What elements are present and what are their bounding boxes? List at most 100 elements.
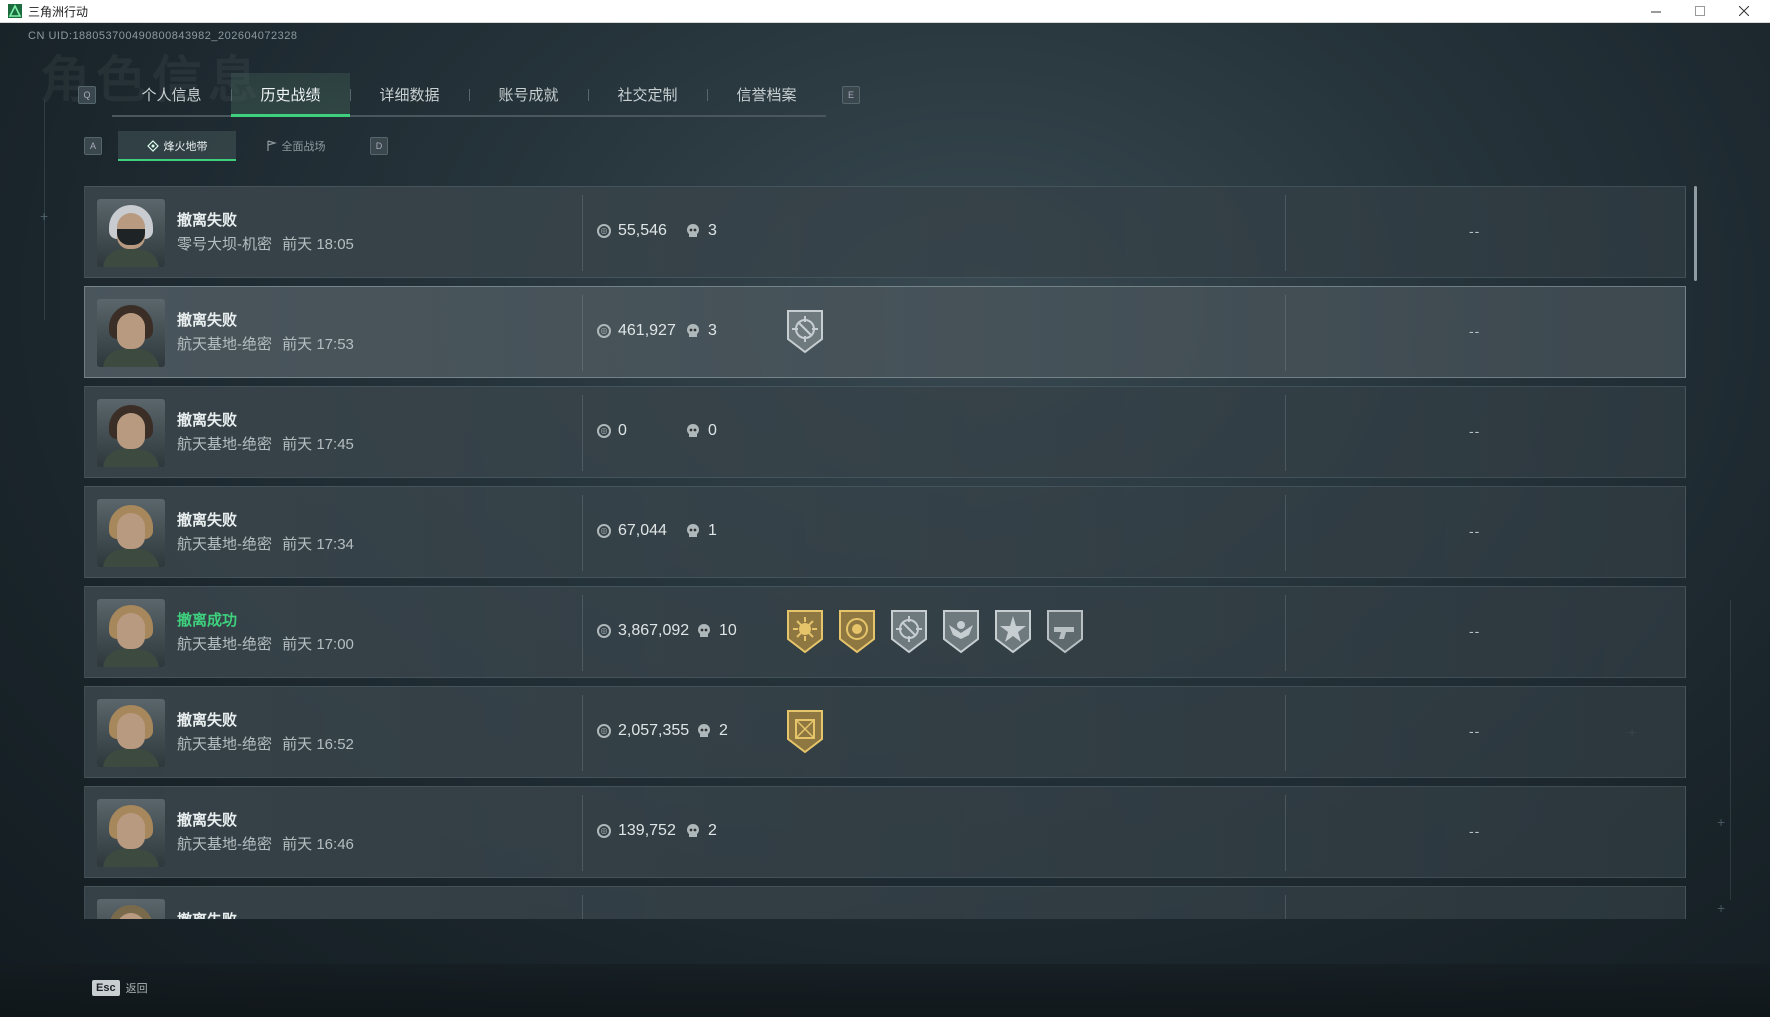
extraction-status: 撤离失败 [177, 512, 238, 529]
back-label: 返回 [125, 983, 148, 995]
loot-value: ◎ 2,057,355 [597, 722, 689, 740]
map-name: 航天基地-绝密 [177, 336, 272, 353]
column-divider [582, 895, 583, 919]
match-record-row[interactable]: 撤离失败 航天基地-绝密 前天 17:53 ◎ 461,927 3 -- [84, 286, 1686, 378]
column-divider [582, 795, 583, 871]
skull-icon [698, 624, 710, 637]
tab-prev-key[interactable]: Q [78, 86, 96, 104]
coin-icon: ◎ [597, 224, 611, 238]
match-record-row[interactable]: 撤离失败 航天基地-绝密 前天 17:34 ◎ 67,044 1 -- [84, 486, 1686, 578]
kill-count-text: 0 [708, 422, 717, 439]
extraction-status: 撤离失败 [177, 412, 238, 429]
column-divider [1285, 395, 1286, 471]
map-and-time: 航天基地-绝密 前天 17:45 [177, 433, 354, 454]
maximize-button[interactable] [1680, 0, 1720, 22]
subtab-warfare[interactable]: 全面战场 [236, 131, 354, 161]
column-divider [1285, 495, 1286, 571]
crosshair-badge-icon[interactable] [785, 307, 825, 355]
loot-value-text: 67,044 [618, 522, 667, 539]
skull-icon [687, 524, 699, 537]
crosshair-badge-icon[interactable] [889, 607, 929, 655]
skull-icon [687, 424, 699, 437]
tab-personal-info[interactable]: 个人信息 [112, 73, 231, 115]
subtab-next-key[interactable]: D [370, 137, 388, 155]
tab-next-key[interactable]: E [842, 86, 860, 104]
map-and-time: 零号大坝-机密 前天 18:05 [177, 233, 354, 254]
map-and-time: 航天基地-绝密 前天 17:53 [177, 333, 354, 354]
coin-icon: ◎ [597, 824, 611, 838]
star-badge-icon[interactable] [993, 607, 1033, 655]
loot-value: ◎ 0 [597, 422, 627, 440]
column-divider [582, 395, 583, 471]
loot-value: ◎ 67,044 [597, 522, 667, 540]
map-and-time: 航天基地-绝密 前天 17:34 [177, 533, 354, 554]
tab-match-history[interactable]: 历史战绩 [231, 73, 350, 117]
extraction-status: 撤离失败 [177, 812, 238, 829]
subtab-label: 烽火地带 [163, 141, 208, 153]
loot-value-text: 2,057,355 [618, 722, 690, 739]
close-button[interactable] [1724, 0, 1764, 22]
loot-value: ◎ 139,752 [597, 822, 676, 840]
tab-detailed-data[interactable]: 详细数据 [350, 73, 469, 115]
tab-credit-record[interactable]: 信誉档案 [707, 73, 826, 115]
match-record-row[interactable]: 撤离失败 航天基地-绝密 前天 17:45 ◎ 0 0 -- [84, 386, 1686, 478]
crate-badge-icon[interactable] [785, 707, 825, 755]
medal-list [785, 607, 1097, 655]
kill-count-text: 2 [708, 822, 717, 839]
extra-info: -- [1469, 323, 1481, 339]
match-record-row[interactable]: 撤离成功 航天基地-绝密 前天 17:00 ◎ 3,867,092 10 -- [84, 586, 1686, 678]
map-name: 航天基地-绝密 [177, 836, 272, 853]
map-and-time: 航天基地-绝密 前天 16:46 [177, 833, 354, 854]
loot-value-text: 0 [618, 422, 627, 439]
tab-account-achievements[interactable]: 账号成就 [469, 73, 588, 115]
loot-value-text: 461,927 [618, 322, 676, 339]
minimize-button[interactable] [1636, 0, 1676, 22]
list-scrollbar[interactable] [1694, 186, 1697, 281]
match-time: 前天 17:45 [282, 436, 354, 453]
skull-icon [687, 224, 699, 237]
column-divider [1285, 195, 1286, 271]
window-titlebar: 三角洲行动 [0, 0, 1770, 23]
extra-info: -- [1469, 623, 1481, 639]
match-record-row[interactable]: 撤离失败 航天基地-绝密 前天 16:52 ◎ 2,057,355 2 -- [84, 686, 1686, 778]
match-time: 前天 17:53 [282, 336, 354, 353]
kill-count: 3 [686, 222, 717, 240]
kill-count: 2 [697, 722, 728, 740]
sunburst-badge-icon[interactable] [785, 607, 825, 655]
gun-badge-icon[interactable] [1045, 607, 1085, 655]
sub-tab-bar: A 烽火地带 全面战场 D [84, 131, 388, 161]
match-time: 前天 17:34 [282, 536, 354, 553]
map-name: 航天基地-绝密 [177, 536, 272, 553]
match-record-row[interactable]: 撤离失败 航天基地-绝密 前天 16:46 ◎ 139,752 2 -- [84, 786, 1686, 878]
app-logo-icon [8, 4, 22, 18]
coin-icon: ◎ [597, 524, 611, 538]
match-time: 前天 18:05 [282, 236, 354, 253]
match-record-row[interactable]: 撤离失败 零号大坝-机密 前天 18:05 ◎ 55,546 3 -- [84, 186, 1686, 278]
subtab-prev-key[interactable]: A [84, 137, 102, 155]
loot-value: ◎ 55,546 [597, 222, 667, 240]
column-divider [1285, 795, 1286, 871]
skull-icon [698, 724, 710, 737]
match-record-row[interactable]: 撤离失败 [84, 886, 1686, 919]
subtab-hazard-zone[interactable]: 烽火地带 [118, 131, 236, 161]
extra-info: -- [1469, 223, 1481, 239]
eagle-badge-icon[interactable] [941, 607, 981, 655]
operator-avatar [97, 499, 165, 567]
column-divider [582, 195, 583, 271]
operator-avatar [97, 899, 165, 919]
tab-social-custom[interactable]: 社交定制 [588, 73, 707, 115]
medal-list [785, 307, 837, 355]
match-time: 前天 16:52 [282, 736, 354, 753]
extra-info: -- [1469, 723, 1481, 739]
match-history-list: 撤离失败 零号大坝-机密 前天 18:05 ◎ 55,546 3 -- 撤离失败… [84, 186, 1686, 919]
back-button[interactable]: Esc 返回 [92, 980, 148, 996]
loot-value-text: 3,867,092 [618, 622, 690, 639]
map-and-time: 航天基地-绝密 前天 17:00 [177, 633, 354, 654]
operator-avatar [97, 299, 165, 367]
extra-info: -- [1469, 423, 1481, 439]
loot-value: ◎ 3,867,092 [597, 622, 689, 640]
coin-badge-icon[interactable] [837, 607, 877, 655]
extra-info: -- [1469, 523, 1481, 539]
map-name: 航天基地-绝密 [177, 436, 272, 453]
map-name: 航天基地-绝密 [177, 636, 272, 653]
